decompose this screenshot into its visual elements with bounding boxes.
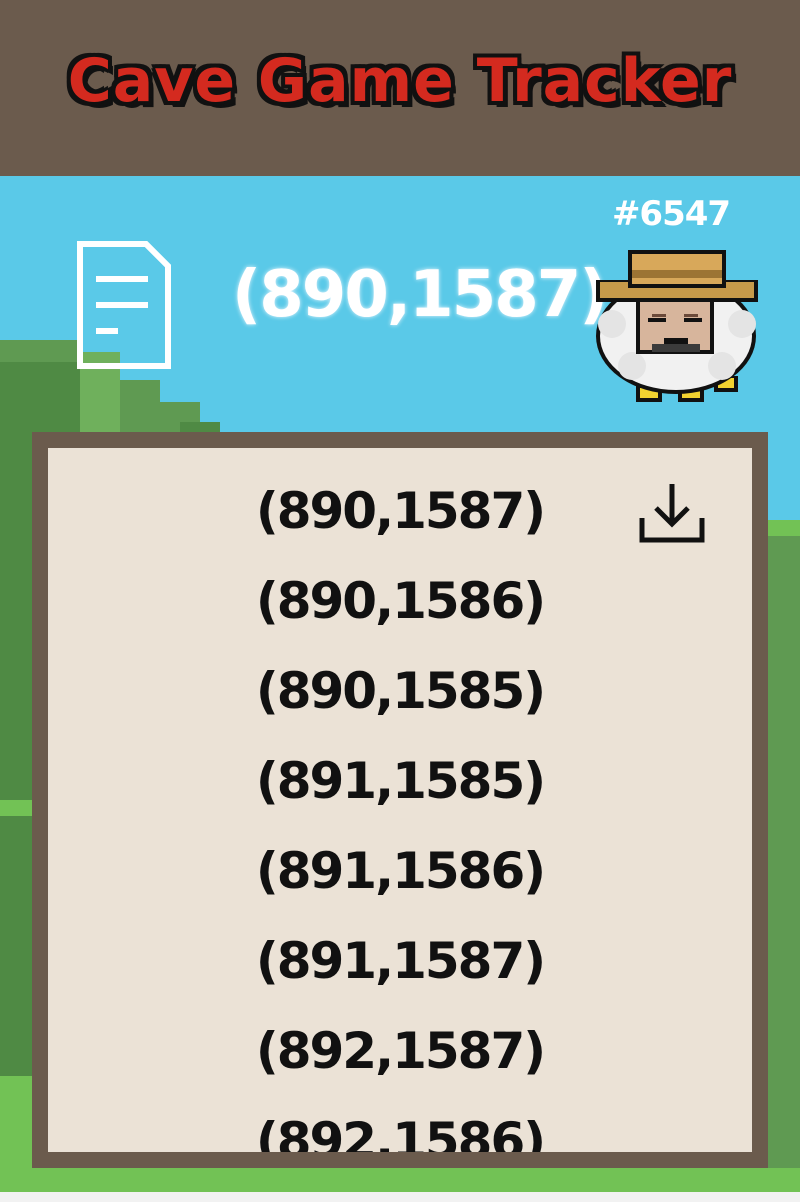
coordinate-log-panel[interactable]: (890,1587) (890,1586) (890,1585) (891,15… bbox=[48, 448, 752, 1152]
coordinate-list-item[interactable]: (890,1585) bbox=[48, 652, 752, 742]
download-icon bbox=[639, 484, 705, 543]
farmer-sheep-avatar[interactable] bbox=[592, 244, 762, 414]
coordinate-list-item[interactable]: (891,1587) bbox=[48, 922, 752, 1012]
coordinate-list-item[interactable]: (891,1586) bbox=[48, 832, 752, 922]
coordinate-log-frame: (890,1587) (890,1586) (890,1585) (891,15… bbox=[32, 432, 768, 1168]
download-button[interactable] bbox=[636, 478, 708, 550]
coordinate-list: (890,1587) (890,1586) (890,1585) (891,15… bbox=[48, 472, 752, 1152]
app-title: Cave Game Tracker bbox=[67, 46, 733, 116]
player-id: #6547 bbox=[611, 194, 731, 234]
coordinate-list-item[interactable]: (890,1586) bbox=[48, 562, 752, 652]
coordinate-list-item[interactable]: (892,1587) bbox=[48, 1012, 752, 1102]
app-header: Cave Game Tracker bbox=[0, 0, 800, 176]
coordinate-list-item[interactable]: (892,1586) bbox=[48, 1102, 752, 1152]
document-icon bbox=[77, 241, 171, 369]
current-coordinate: (890,1587) bbox=[232, 258, 609, 332]
coordinate-list-item[interactable]: (891,1585) bbox=[48, 742, 752, 832]
notes-button[interactable] bbox=[76, 240, 172, 370]
